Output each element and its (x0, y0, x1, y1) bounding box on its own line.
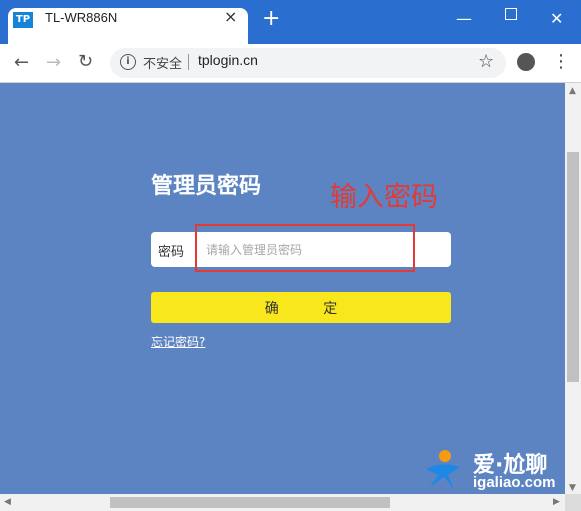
scroll-down-icon[interactable]: ▼ (569, 483, 576, 493)
back-icon[interactable]: ← (14, 52, 29, 73)
scroll-left-icon[interactable]: ◀ (4, 497, 11, 507)
password-label: 密码 (158, 245, 185, 260)
account-icon[interactable] (517, 53, 535, 71)
star-icon[interactable]: ☆ (478, 51, 494, 72)
scrollbar-corner (565, 494, 581, 511)
confirm-button[interactable]: 确 定 (151, 292, 451, 323)
minimize-icon[interactable]: — (456, 9, 472, 28)
vertical-scroll-thumb[interactable] (567, 152, 579, 382)
url-text[interactable]: tplogin.cn (198, 52, 258, 68)
tab-title: TL-WR886N (45, 10, 118, 25)
scroll-up-icon[interactable]: ▲ (569, 86, 576, 96)
horizontal-scroll-thumb[interactable] (110, 497, 390, 508)
watermark-url: igaliao.com (473, 474, 556, 491)
forward-icon[interactable]: → (46, 52, 61, 73)
info-icon[interactable]: i (120, 54, 136, 70)
login-page (0, 83, 565, 494)
annotation-highlight-box (195, 224, 415, 272)
forgot-password-link[interactable]: 忘记密码? (151, 333, 205, 350)
insecure-label: 不安全 (143, 57, 183, 72)
watermark-logo-icon (426, 450, 460, 489)
tab-close-icon[interactable]: × (224, 7, 237, 26)
scroll-right-icon[interactable]: ▶ (553, 497, 560, 507)
page-title: 管理员密码 (151, 174, 262, 199)
tp-logo-icon: TP (13, 12, 33, 28)
new-tab-icon[interactable]: + (262, 8, 280, 30)
maximize-icon[interactable] (505, 8, 517, 20)
browser-tab[interactable] (8, 8, 248, 44)
address-divider (188, 54, 189, 70)
menu-icon[interactable]: ⋮ (552, 51, 570, 72)
close-icon[interactable]: ✕ (550, 9, 563, 28)
annotation-text: 输入密码 (330, 182, 438, 213)
reload-icon[interactable]: ↻ (78, 51, 93, 72)
